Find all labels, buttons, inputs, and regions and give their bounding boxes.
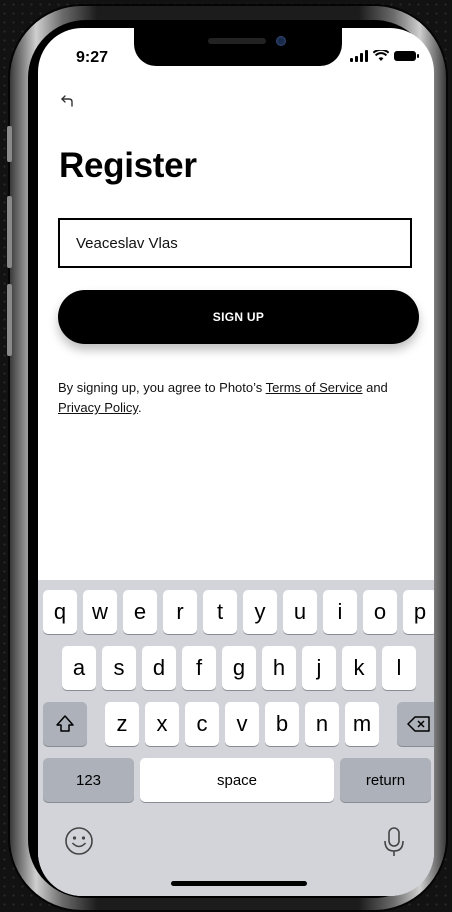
- key-f[interactable]: f: [182, 646, 216, 690]
- status-time: 9:27: [76, 49, 109, 66]
- key-q[interactable]: q: [43, 590, 77, 634]
- key-z[interactable]: z: [105, 702, 139, 746]
- key-y[interactable]: y: [243, 590, 277, 634]
- key-d[interactable]: d: [142, 646, 176, 690]
- sign-up-button[interactable]: SIGN UP: [58, 290, 419, 344]
- terms-prefix: By signing up, you agree to Photo’s: [58, 380, 266, 395]
- key-t[interactable]: t: [203, 590, 237, 634]
- key-c[interactable]: c: [185, 702, 219, 746]
- key-l[interactable]: l: [382, 646, 416, 690]
- backspace-key[interactable]: [397, 702, 434, 746]
- numbers-key[interactable]: 123: [43, 758, 134, 802]
- key-r[interactable]: r: [163, 590, 197, 634]
- key-b[interactable]: b: [265, 702, 299, 746]
- notch: [134, 28, 342, 66]
- privacy-policy-link[interactable]: Privacy Policy: [58, 400, 138, 415]
- key-s[interactable]: s: [102, 646, 136, 690]
- key-u[interactable]: u: [283, 590, 317, 634]
- key-i[interactable]: i: [323, 590, 357, 634]
- microphone-icon[interactable]: [382, 826, 406, 858]
- volume-up-button: [7, 196, 12, 268]
- page-title: Register: [59, 146, 197, 185]
- front-camera: [276, 36, 286, 46]
- wifi-icon: [373, 50, 389, 61]
- key-w[interactable]: w: [83, 590, 117, 634]
- terms-suffix: .: [137, 400, 142, 415]
- shift-icon: [56, 715, 74, 732]
- key-e[interactable]: e: [123, 590, 157, 634]
- home-indicator[interactable]: [171, 881, 307, 886]
- terms-text: By signing up, you agree to Photo’s Term…: [58, 378, 418, 418]
- signal-icon: [350, 50, 368, 62]
- emoji-icon[interactable]: [64, 826, 94, 856]
- key-n[interactable]: n: [305, 702, 339, 746]
- key-v[interactable]: v: [225, 702, 259, 746]
- speaker: [208, 38, 266, 44]
- space-key[interactable]: space: [140, 758, 334, 802]
- back-arrow-icon[interactable]: [60, 94, 76, 110]
- backspace-icon: [407, 716, 430, 732]
- key-h[interactable]: h: [262, 646, 296, 690]
- key-g[interactable]: g: [222, 646, 256, 690]
- volume-down-button: [7, 284, 12, 356]
- app-screen: 9:27 Register SIGN UP By signing up, you…: [38, 28, 434, 896]
- key-x[interactable]: x: [145, 702, 179, 746]
- key-m[interactable]: m: [345, 702, 379, 746]
- mute-switch: [7, 126, 12, 162]
- status-icons: [350, 50, 419, 62]
- key-a[interactable]: a: [62, 646, 96, 690]
- terms-of-service-link[interactable]: Terms of Service: [266, 380, 363, 395]
- battery-icon: [394, 51, 419, 61]
- name-input[interactable]: [58, 218, 412, 268]
- key-j[interactable]: j: [302, 646, 336, 690]
- return-key[interactable]: return: [340, 758, 431, 802]
- keyboard: q w e r t y u i o p a s d f g h j k l z: [38, 580, 434, 896]
- shift-key[interactable]: [43, 702, 87, 746]
- key-p[interactable]: p: [403, 590, 434, 634]
- key-o[interactable]: o: [363, 590, 397, 634]
- terms-middle: and: [362, 380, 388, 395]
- key-k[interactable]: k: [342, 646, 376, 690]
